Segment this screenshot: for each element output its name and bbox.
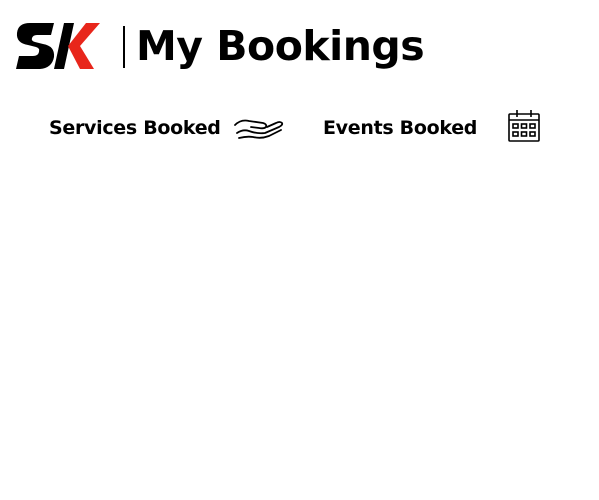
calendar-icon <box>507 109 541 143</box>
sk-logo <box>16 23 100 69</box>
page-header: My Bookings <box>16 20 436 76</box>
tab-events-booked[interactable]: Events Booked <box>323 108 540 148</box>
tab-services-booked[interactable]: Services Booked <box>49 108 285 148</box>
tab-events-label: Events Booked <box>323 117 478 139</box>
hand-icon <box>233 115 285 141</box>
header-divider <box>123 26 125 68</box>
page-title: My Bookings <box>136 22 425 70</box>
tab-services-label: Services Booked <box>49 117 221 139</box>
